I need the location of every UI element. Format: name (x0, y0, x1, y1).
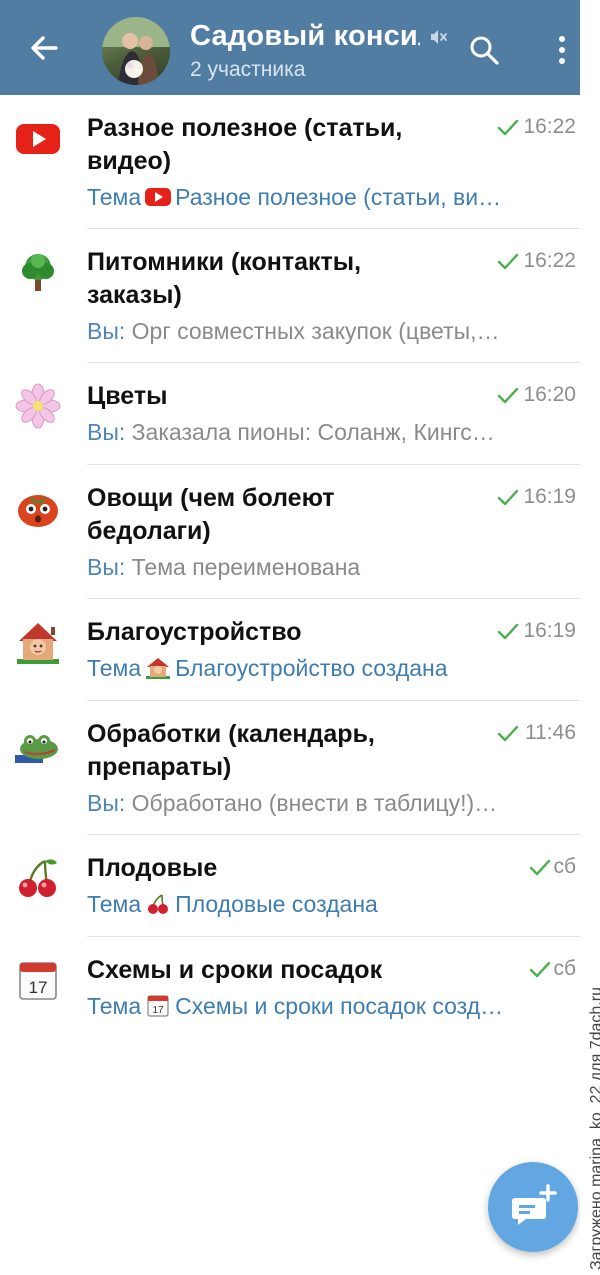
arrow-left-icon[interactable] (22, 26, 66, 70)
watermark: Загружено marina_ko_22 для 7dach.ru (588, 987, 600, 1270)
preview-text: Благоустройство создана (175, 655, 448, 681)
topic-preview: Тема Плодовые создана (87, 891, 562, 918)
preview-text: Схемы и сроки посадок созд… (175, 993, 504, 1019)
preview-sender: Вы: (87, 318, 126, 344)
topic-preview: Вы: Орг совместных закупок (цветы,… (87, 318, 562, 345)
cherries-icon (19, 859, 57, 897)
preview-text: Орг совместных закупок (цветы,… (131, 318, 500, 344)
chat-header: Садовый консил 2 участника (0, 0, 580, 95)
topic-time: 16:20 (523, 383, 576, 406)
topic-item[interactable]: Обработки (календарь, препараты) 11:46 В… (0, 701, 580, 835)
chat-title[interactable]: Садовый консил (190, 20, 420, 53)
preview-sender: Тема (87, 655, 142, 681)
topic-item[interactable]: Овощи (чем болеют бедолаги) 16:19 Вы: Те… (0, 465, 580, 599)
topic-preview: Вы: Тема переименована (87, 554, 562, 581)
preview-sender: Тема (87, 184, 142, 210)
topic-time: сб (553, 855, 576, 878)
preview-sender: Тема (87, 993, 142, 1019)
read-check-icon (529, 859, 551, 876)
preview-text: Заказала пионы: Соланж, Кингс… (131, 419, 495, 445)
topic-preview: Вы: Обработано (внести в таблицу!)… (87, 790, 562, 817)
topic-time: сб (553, 957, 576, 980)
tree-icon (22, 254, 54, 291)
topic-preview: Тема 17 Схемы и сроки посадок созд… (87, 993, 562, 1020)
read-check-icon (497, 119, 519, 136)
group-avatar[interactable] (102, 17, 170, 85)
topic-preview: Тема Благоустройство создана (87, 655, 562, 682)
topic-item[interactable]: Благоустройство 16:19 Тема Благоустройств… (0, 599, 580, 701)
read-check-icon (497, 623, 519, 640)
topic-list: Разное полезное (статьи, видео) 16:22 Те… (0, 95, 580, 1039)
topic-title: Цветы (87, 382, 168, 410)
cherries-icon (148, 894, 169, 914)
topic-item[interactable]: 17 Схемы и сроки посадок сб Тема 17 Схемы … (0, 937, 580, 1039)
preview-sender: Вы: (87, 419, 126, 445)
preview-text: Обработано (внести в таблицу!)… (131, 790, 498, 816)
preview-text: Разное полезное (статьи, ви… (175, 184, 502, 210)
calendar-icon: 17 (147, 995, 169, 1017)
preview-sender: Тема (87, 891, 142, 917)
topic-item[interactable]: Разное полезное (статьи, видео) 16:22 Те… (0, 95, 580, 229)
house-icon (17, 623, 59, 664)
frog-icon (15, 735, 58, 763)
topic-title: Овощи (чем болеют бедолаги) (87, 484, 335, 545)
muted-speaker-icon (431, 30, 447, 44)
svg-text:17: 17 (153, 1005, 165, 1016)
read-check-icon (529, 961, 551, 978)
topic-time: 16:19 (523, 619, 576, 642)
topic-item[interactable]: Цветы 16:20 Вы: Заказала пионы: Соланж, … (0, 363, 580, 465)
more-vertical-icon[interactable] (550, 34, 574, 66)
topic-time: 16:22 (523, 249, 576, 272)
topic-title: Плодовые (87, 854, 218, 882)
svg-text:17: 17 (29, 978, 48, 997)
topic-time: 11:46 (525, 721, 576, 744)
preview-text: Тема переименована (131, 554, 361, 580)
topic-time: 16:22 (523, 115, 576, 138)
read-check-icon (497, 489, 519, 506)
topic-item[interactable]: Плодовые сб Тема Плодовые создана (0, 835, 580, 937)
topic-title: Разное полезное (статьи, видео) (87, 114, 403, 175)
topic-title: Питомники (контакты, заказы) (87, 248, 362, 309)
flower-icon (15, 383, 61, 429)
read-check-icon (497, 725, 519, 742)
youtube-icon (16, 124, 60, 154)
preview-sender: Вы: (87, 554, 126, 580)
house-icon (146, 658, 171, 679)
preview-text: Плодовые создана (175, 891, 378, 917)
new-topic-button[interactable] (488, 1162, 578, 1252)
topic-title: Схемы и сроки посадок (87, 956, 383, 984)
topic-item[interactable]: Питомники (контакты, заказы) 16:22 Вы: О… (0, 229, 580, 363)
read-check-icon (497, 253, 519, 270)
youtube-icon (145, 188, 172, 206)
topic-title: Обработки (календарь, препараты) (87, 720, 375, 781)
tomato-icon (18, 495, 58, 527)
topic-time: 16:19 (523, 485, 576, 508)
topic-preview: Тема Разное полезное (статьи, ви… (87, 184, 562, 211)
read-check-icon (497, 387, 519, 404)
calendar-icon: 17 (19, 962, 57, 1000)
topic-title: Благоустройство (87, 618, 302, 646)
new-topic-icon (512, 1184, 557, 1225)
topic-preview: Вы: Заказала пионы: Соланж, Кингс… (87, 419, 562, 446)
preview-sender: Вы: (87, 790, 126, 816)
search-icon[interactable] (468, 34, 500, 66)
chat-subtitle: 2 участника (190, 58, 306, 81)
